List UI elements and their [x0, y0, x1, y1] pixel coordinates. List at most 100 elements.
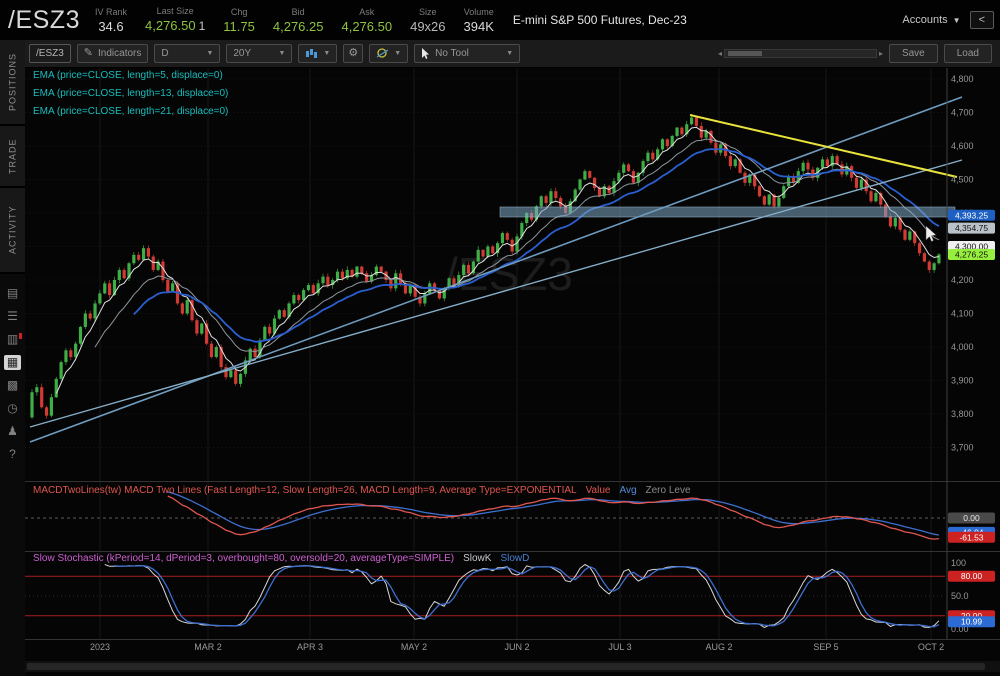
sidebar-tab-trade[interactable]: TRADE [0, 126, 25, 188]
chevron-down-icon: ▼ [206, 50, 214, 57]
stoch-slowd-bubble: 10.99 [948, 616, 995, 628]
alert-chart-icon[interactable]: ▥ [4, 332, 22, 347]
accounts-label: Accounts [902, 14, 948, 26]
candlestick-type-icon [306, 49, 318, 58]
slider-thumb[interactable] [727, 51, 762, 56]
drawings-dropdown[interactable]: ▼ [369, 44, 409, 63]
macd-zero-bubble: 0.00 [948, 512, 995, 524]
sidebar-tab-activity[interactable]: ACTIVITY [0, 188, 25, 274]
svg-text:4,800: 4,800 [951, 74, 974, 84]
watchlist-icon[interactable]: ☰ [4, 309, 21, 324]
svg-text:4,200: 4,200 [951, 275, 974, 285]
price-bubble: 4,276.25 [948, 248, 995, 260]
load-label: Load [956, 48, 979, 59]
instrument-description: E-mini S&P 500 Futures, Dec-23 [512, 13, 687, 27]
studies-flask-icon: ✎ [83, 47, 94, 59]
cursor-icon [422, 48, 430, 59]
chart-pan-slider[interactable]: ◂ ▸ [718, 49, 883, 58]
svg-text:3,800: 3,800 [951, 409, 974, 419]
price-bubble: 4,393.25 [948, 209, 995, 221]
stoch-overbought-bubble: 80.00 [948, 570, 995, 582]
svg-text:2023: 2023 [90, 642, 110, 652]
chevron-down-icon: ▼ [278, 50, 286, 57]
quote-field-volume: Volume 394K [463, 6, 494, 34]
svg-text:0.00: 0.00 [963, 513, 980, 523]
chart-type-dropdown[interactable]: ▼ [298, 44, 338, 63]
chevron-down-icon: ▼ [506, 50, 514, 57]
svg-text:MAY 2: MAY 2 [401, 642, 427, 652]
symbol-input-value: /ESZ3 [36, 48, 64, 59]
load-button[interactable]: Load [943, 44, 992, 63]
svg-text:3,900: 3,900 [951, 376, 974, 386]
indicators-button[interactable]: ✎ Indicators [76, 44, 149, 63]
svg-text:4,000: 4,000 [951, 342, 974, 352]
svg-text:-61.53: -61.53 [959, 532, 983, 542]
chevron-down-icon: ▼ [323, 50, 331, 57]
symbol-input[interactable]: /ESZ3 [29, 44, 71, 63]
svg-text:JUL 3: JUL 3 [608, 642, 631, 652]
clock-icon[interactable]: ◷ [4, 401, 21, 416]
svg-text:JUN 2: JUN 2 [504, 642, 529, 652]
chart-toolbar: /ESZ3 ✎ Indicators D ▼ 20Y ▼ ▼ ⚙ ▼ No To… [25, 40, 1000, 68]
help-icon[interactable]: ? [4, 447, 21, 462]
ema-21-line [133, 148, 940, 343]
collapse-panel-button[interactable]: < [969, 11, 994, 29]
symbol-title: /ESZ3 [8, 5, 80, 34]
time-scrollbar-thumb[interactable] [27, 663, 985, 670]
time-axis[interactable]: 2023 MAR 2 APR 3 MAY 2 JUN 2 JUL 3 AUG 2 SEP 5 O… [90, 642, 944, 652]
range-dropdown[interactable]: 20Y ▼ [226, 44, 293, 63]
svg-text:4,700: 4,700 [951, 108, 974, 118]
news-icon[interactable]: ▤ [4, 286, 21, 301]
price-bubble: 4,354.75 [948, 222, 995, 234]
svg-text:SEP 5: SEP 5 [813, 642, 838, 652]
save-button[interactable]: Save [888, 44, 938, 63]
quote-field-last-size: Last Size 4,276.50 1 [145, 6, 206, 33]
community-icon[interactable]: ♟ [4, 424, 21, 439]
accounts-menu[interactable]: Accounts ▼ [902, 14, 960, 26]
quote-fields: IV Rank 34.6 Last Size 4,276.50 1 Chg 11.75 Bid… [86, 6, 503, 34]
topbar-right: Accounts ▼ < [902, 11, 994, 29]
slider-right-arrow-icon[interactable]: ▸ [879, 49, 883, 58]
active-chart-icon[interactable]: ▦ [4, 355, 21, 370]
quote-field-size: Size 49x26 [410, 6, 446, 34]
aggregation-value: D [161, 48, 169, 59]
svg-text:4,600: 4,600 [951, 141, 974, 151]
chart-settings-button[interactable]: ⚙ [343, 44, 364, 63]
chevron-down-icon: ▼ [394, 50, 402, 57]
svg-text:4,276.25: 4,276.25 [955, 249, 988, 259]
chart-canvas[interactable]: /ESZ34,8004,7004,6004,5004,4004,3004,200… [25, 68, 1000, 676]
active-tool-dropdown[interactable]: No Tool ▼ [414, 44, 521, 63]
chart-area: /ESZ34,8004,7004,6004,5004,4004,3004,200… [25, 68, 1000, 676]
slider-left-arrow-icon[interactable]: ◂ [718, 49, 722, 58]
gear-icon: ⚙ [348, 47, 359, 59]
stoch-slowd-line [114, 565, 940, 628]
trendline-drawing-2[interactable] [29, 159, 963, 428]
quote-field-chg: Chg 11.75 [223, 6, 255, 34]
rectangle-drawing[interactable] [499, 206, 956, 218]
quote-bar: /ESZ3 IV Rank 34.6 Last Size 4,276.50 1 Chg 11… [0, 0, 1000, 40]
svg-text:OCT 2: OCT 2 [918, 642, 944, 652]
sidebar-tab-positions[interactable]: POSITIONS [0, 40, 25, 126]
grid-icon[interactable]: ▩ [4, 378, 21, 393]
slider-track[interactable] [723, 49, 877, 58]
svg-text:4,393.25: 4,393.25 [955, 210, 988, 220]
save-label: Save [901, 48, 925, 59]
svg-text:10.99: 10.99 [961, 617, 983, 627]
svg-text:3,700: 3,700 [951, 443, 974, 453]
quote-field-bid: Bid 4,276.25 [272, 6, 324, 34]
stoch-axis-tick: 100 [951, 558, 966, 568]
indicators-label: Indicators [98, 48, 142, 59]
svg-text:APR 3: APR 3 [297, 642, 323, 652]
left-sidebar: POSITIONS TRADE ACTIVITY ▤ ☰ ▥ ▦ ▩ ◷ ♟? [0, 40, 25, 676]
chevron-down-icon: ▼ [952, 15, 961, 25]
trendline-drawing-1[interactable] [29, 96, 963, 443]
drawings-icon [376, 48, 389, 58]
svg-text:4,100: 4,100 [951, 309, 974, 319]
aggregation-dropdown[interactable]: D ▼ [154, 44, 221, 63]
price-axis[interactable]: 4,8004,7004,6004,5004,4004,3004,2004,100… [951, 74, 974, 634]
quote-field-iv-rank: IV Rank 34.6 [94, 6, 127, 34]
svg-text:80.00: 80.00 [961, 571, 983, 581]
active-tool-label: No Tool [435, 48, 469, 59]
stoch-axis-tick: 50.0 [951, 591, 969, 601]
macd-value-bubble: -61.53 [948, 531, 995, 543]
